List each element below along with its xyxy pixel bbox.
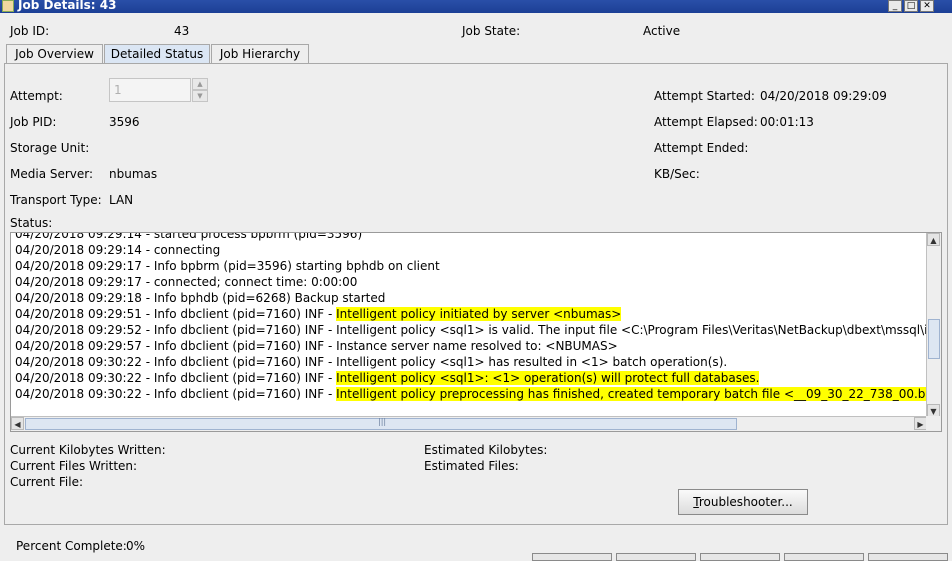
maximize-button[interactable]: □ xyxy=(904,0,918,12)
tab-detailed-status[interactable]: Detailed Status xyxy=(104,44,210,63)
transport-type-label: Transport Type: xyxy=(10,193,102,207)
vertical-scrollbar[interactable]: ▲ ▼ xyxy=(926,233,941,417)
status-line: 04/20/2018 09:29:51 - Info dbclient (pid… xyxy=(15,307,622,321)
spinner-up-icon[interactable]: ▲ xyxy=(192,78,208,90)
attempt-ended-label: Attempt Ended: xyxy=(654,141,749,155)
current-file-label: Current File: xyxy=(10,475,84,489)
window-titlebar: Job Details: 43 _ □ ✕ xyxy=(0,0,952,13)
status-line: 04/20/2018 09:29:17 - Info bpbrm (pid=35… xyxy=(15,259,440,273)
status-line: 04/20/2018 09:30:22 - Info dbclient (pid… xyxy=(15,371,760,385)
spinner-down-icon[interactable]: ▼ xyxy=(192,90,208,102)
status-line: 04/20/2018 09:29:52 - Info dbclient (pid… xyxy=(15,323,927,337)
highlighted-text: Intelligent policy preprocessing has fin… xyxy=(336,387,927,401)
bottom-button[interactable] xyxy=(700,553,780,561)
highlighted-text: Intelligent policy initiated by server <… xyxy=(336,307,622,321)
kb-sec-label: KB/Sec: xyxy=(654,167,700,181)
job-state-value: Active xyxy=(643,24,681,38)
close-button[interactable]: ✕ xyxy=(920,0,934,12)
scroll-up-icon[interactable]: ▲ xyxy=(927,233,940,246)
minimize-button[interactable]: _ xyxy=(888,0,902,12)
job-pid-value: 3596 xyxy=(109,115,140,129)
percent-complete-value: 0% xyxy=(126,539,146,553)
media-server-value: nbumas xyxy=(109,167,158,181)
tab-job-overview[interactable]: Job Overview xyxy=(6,44,103,63)
status-line: 04/20/2018 09:29:14 - connecting xyxy=(15,243,221,257)
job-id-value: 43 xyxy=(174,24,190,38)
status-lines: 04/20/2018 09:29:14 - started process bp… xyxy=(15,232,927,402)
status-line: 04/20/2018 09:29:17 - connected; connect… xyxy=(15,275,358,289)
bottom-button[interactable] xyxy=(784,553,864,561)
java-app-icon xyxy=(2,0,14,12)
estimated-kb-label: Estimated Kilobytes: xyxy=(424,443,548,457)
estimated-files-label: Estimated Files: xyxy=(424,459,519,473)
attempt-started-value: 04/20/2018 09:29:09 xyxy=(760,89,887,103)
horizontal-scrollbar[interactable]: ◀ ||| ▶ xyxy=(11,416,927,431)
job-state-label: Job State: xyxy=(462,24,521,38)
status-line: 04/20/2018 09:29:18 - Info bphdb (pid=62… xyxy=(15,291,386,305)
attempt-started-label: Attempt Started: xyxy=(654,89,755,103)
status-log[interactable]: 04/20/2018 09:29:14 - started process bp… xyxy=(10,232,942,432)
media-server-label: Media Server: xyxy=(10,167,94,181)
close-icon: ✕ xyxy=(923,1,931,11)
storage-unit-label: Storage Unit: xyxy=(10,141,90,155)
bottom-button[interactable] xyxy=(532,553,612,561)
bottom-button[interactable] xyxy=(868,553,948,561)
bottom-button[interactable] xyxy=(616,553,696,561)
status-line: 04/20/2018 09:30:22 - Info dbclient (pid… xyxy=(15,386,927,402)
current-kb-label: Current Kilobytes Written: xyxy=(10,443,166,457)
vertical-scroll-thumb[interactable] xyxy=(928,319,940,359)
attempt-elapsed-label: Attempt Elapsed: xyxy=(654,115,758,129)
attempt-label: Attempt: xyxy=(10,89,63,103)
job-pid-label: Job PID: xyxy=(10,115,57,129)
transport-type-value: LAN xyxy=(109,193,134,207)
highlighted-text: Intelligent policy <sql1>: <1> operation… xyxy=(336,371,760,385)
scroll-grip-icon: ||| xyxy=(378,417,387,426)
attempt-elapsed-value: 00:01:13 xyxy=(760,115,814,129)
status-line: 04/20/2018 09:29:14 - started process bp… xyxy=(15,232,363,241)
minimize-icon: _ xyxy=(892,1,898,11)
tab-job-hierarchy[interactable]: Job Hierarchy xyxy=(211,44,309,63)
scroll-corner xyxy=(926,416,941,431)
attempt-spinner[interactable]: 1 xyxy=(109,78,191,102)
status-line: 04/20/2018 09:30:22 - Info dbclient (pid… xyxy=(15,355,728,369)
current-files-label: Current Files Written: xyxy=(10,459,138,473)
window-title: Job Details: 43 xyxy=(18,0,117,12)
troubleshooter-button[interactable]: Troubleshooter... xyxy=(678,489,808,515)
maximize-icon: □ xyxy=(906,1,916,11)
scroll-left-icon[interactable]: ◀ xyxy=(11,417,24,430)
job-id-label: Job ID: xyxy=(10,24,50,38)
status-line: 04/20/2018 09:29:57 - Info dbclient (pid… xyxy=(15,339,618,353)
horizontal-scroll-thumb[interactable]: ||| xyxy=(25,417,737,430)
status-label: Status: xyxy=(10,216,53,230)
percent-complete-label: Percent Complete: xyxy=(16,539,127,553)
